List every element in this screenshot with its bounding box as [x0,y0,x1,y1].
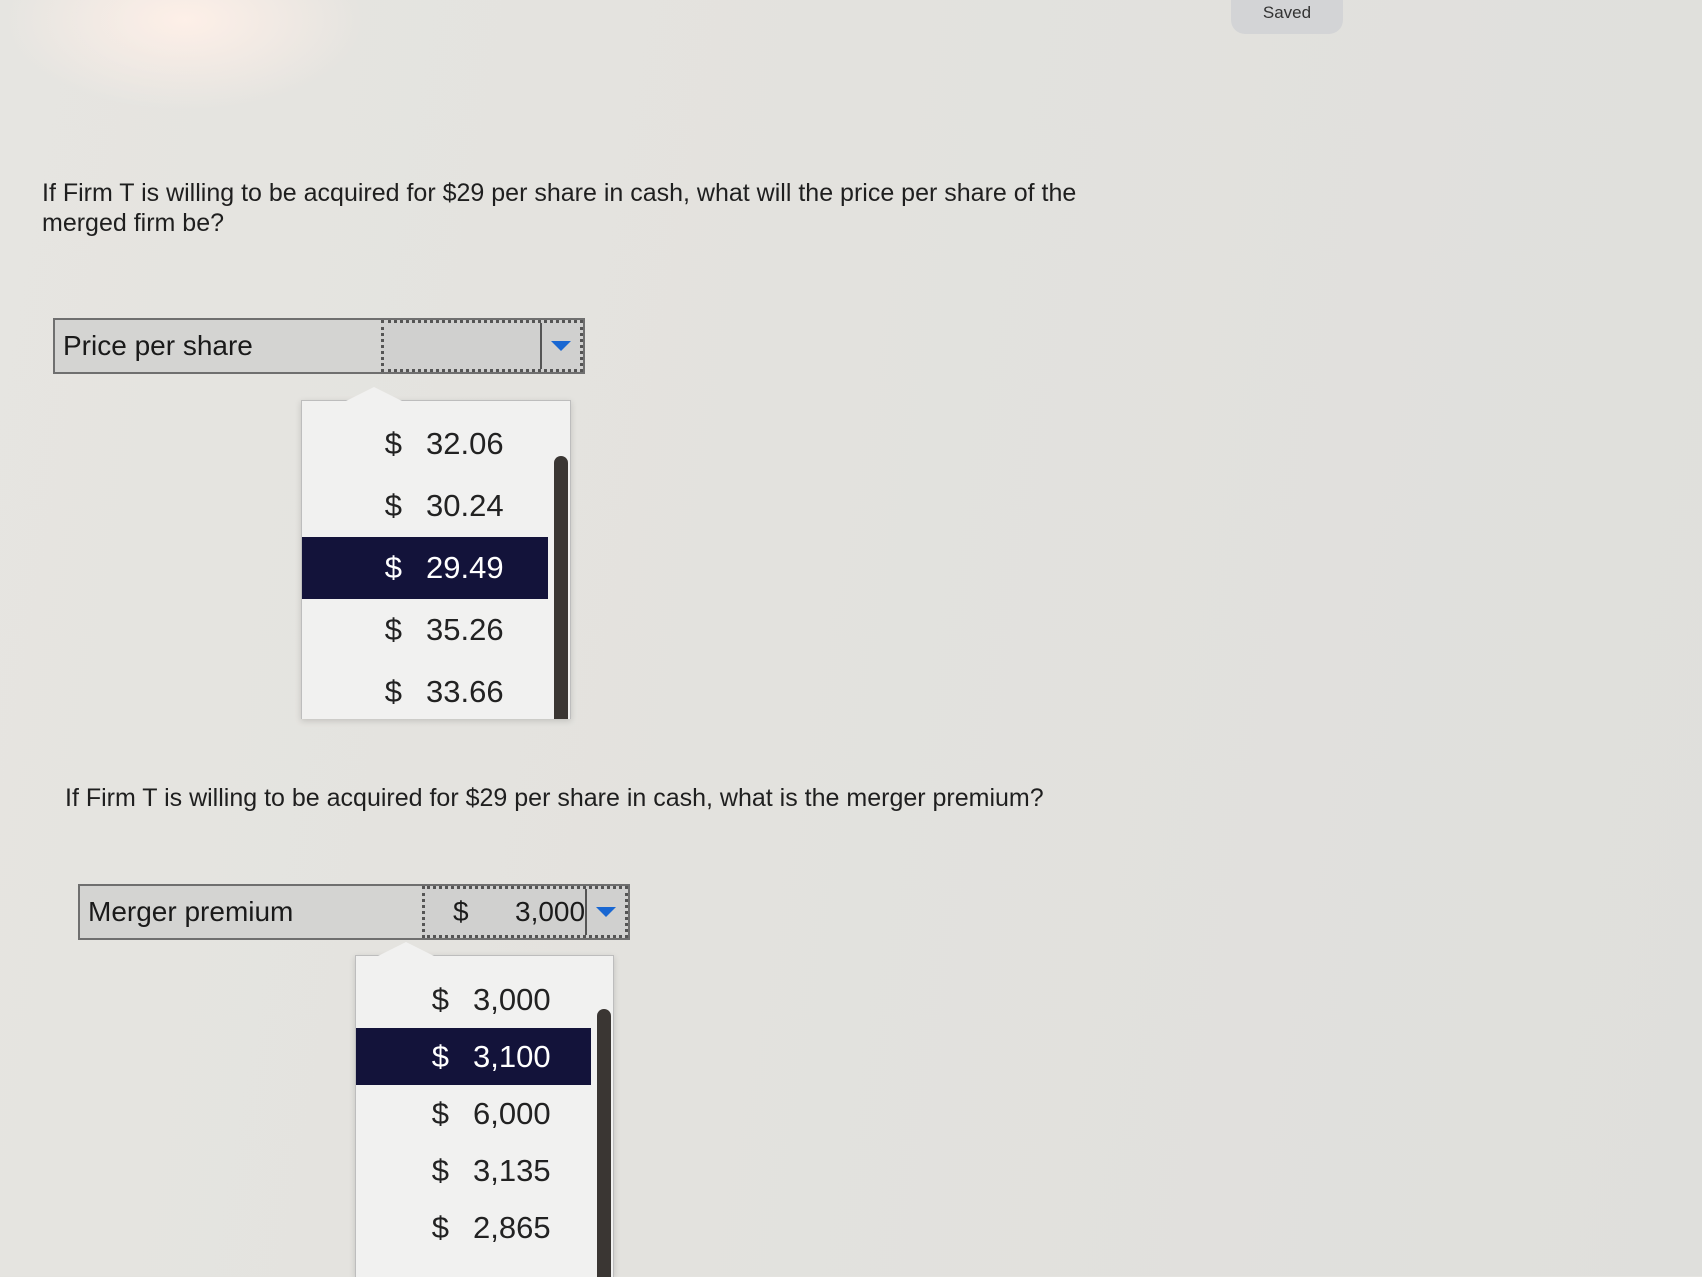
scrollbar-thumb[interactable] [597,1009,611,1277]
option-value: 3,100 [473,1038,551,1074]
merger-premium-option[interactable]: $3,000 [356,971,591,1028]
merger-premium-option[interactable]: $3,135 [356,1142,591,1199]
scrollbar-thumb[interactable] [554,456,568,719]
option-value: 29.49 [426,550,504,585]
option-value: 2,865 [473,1209,551,1245]
dropdown-caret [346,387,402,401]
option-dollar-sign: $ [384,612,402,647]
merger-premium-option[interactable]: $6,000 [356,1085,591,1142]
merger-premium-selected-dollar: $ [453,896,469,927]
option-dollar-sign: $ [431,1095,449,1131]
merger-premium-options-list: $3,000 $3,100 $6,000 $3,135 $2,865 [355,942,614,1277]
merger-premium-select[interactable]: $ 3,000 [422,886,628,938]
option-value: 33.66 [426,674,504,709]
price-per-share-option[interactable]: $30.24 [302,475,548,537]
question-1-prompt: If Firm T is willing to be acquired for … [42,179,1077,237]
option-value: 30.24 [426,488,504,523]
price-per-share-dropdown-toggle[interactable] [540,323,580,369]
question-2-prompt: If Firm T is willing to be acquired for … [65,784,1044,812]
option-dollar-sign: $ [384,550,402,585]
price-per-share-select[interactable] [381,320,583,372]
option-value: 35.26 [426,612,504,647]
option-value: 32.06 [426,426,504,461]
option-value: 3,000 [473,981,551,1017]
price-per-share-option[interactable]: $33.66 [302,661,548,723]
option-dollar-sign: $ [384,674,402,709]
option-dollar-sign: $ [384,426,402,461]
merger-premium-selected-value: 3,000 [515,896,586,927]
price-per-share-scrollbar[interactable] [554,456,568,719]
merger-premium-scrollbar[interactable] [597,1009,611,1277]
price-per-share-row: Price per share [53,318,585,374]
option-dollar-sign: $ [384,488,402,523]
price-per-share-label: Price per share [63,330,253,361]
option-dollar-sign: $ [431,1152,449,1188]
chevron-down-icon [551,341,571,351]
merger-premium-dropdown-toggle[interactable] [585,889,625,935]
merger-premium-row: Merger premium $ 3,000 [78,884,630,940]
merger-premium-option[interactable]: $2,865 [356,1199,591,1256]
saved-status-badge: Saved [1231,0,1343,34]
merger-premium-option[interactable]: $3,100 [356,1028,591,1085]
price-per-share-options-list: $32.06 $30.24 $29.49 $35.26 $33.66 [301,387,571,719]
price-per-share-option[interactable]: $35.26 [302,599,548,661]
option-value: 3,135 [473,1152,551,1188]
option-dollar-sign: $ [431,1209,449,1245]
option-value: 6,000 [473,1095,551,1131]
price-per-share-option[interactable]: $32.06 [302,413,548,475]
chevron-down-icon [596,907,616,917]
dropdown-caret [378,942,434,956]
option-dollar-sign: $ [431,981,449,1017]
price-per-share-option[interactable]: $29.49 [302,537,548,599]
option-dollar-sign: $ [431,1038,449,1074]
merger-premium-label: Merger premium [88,896,294,927]
